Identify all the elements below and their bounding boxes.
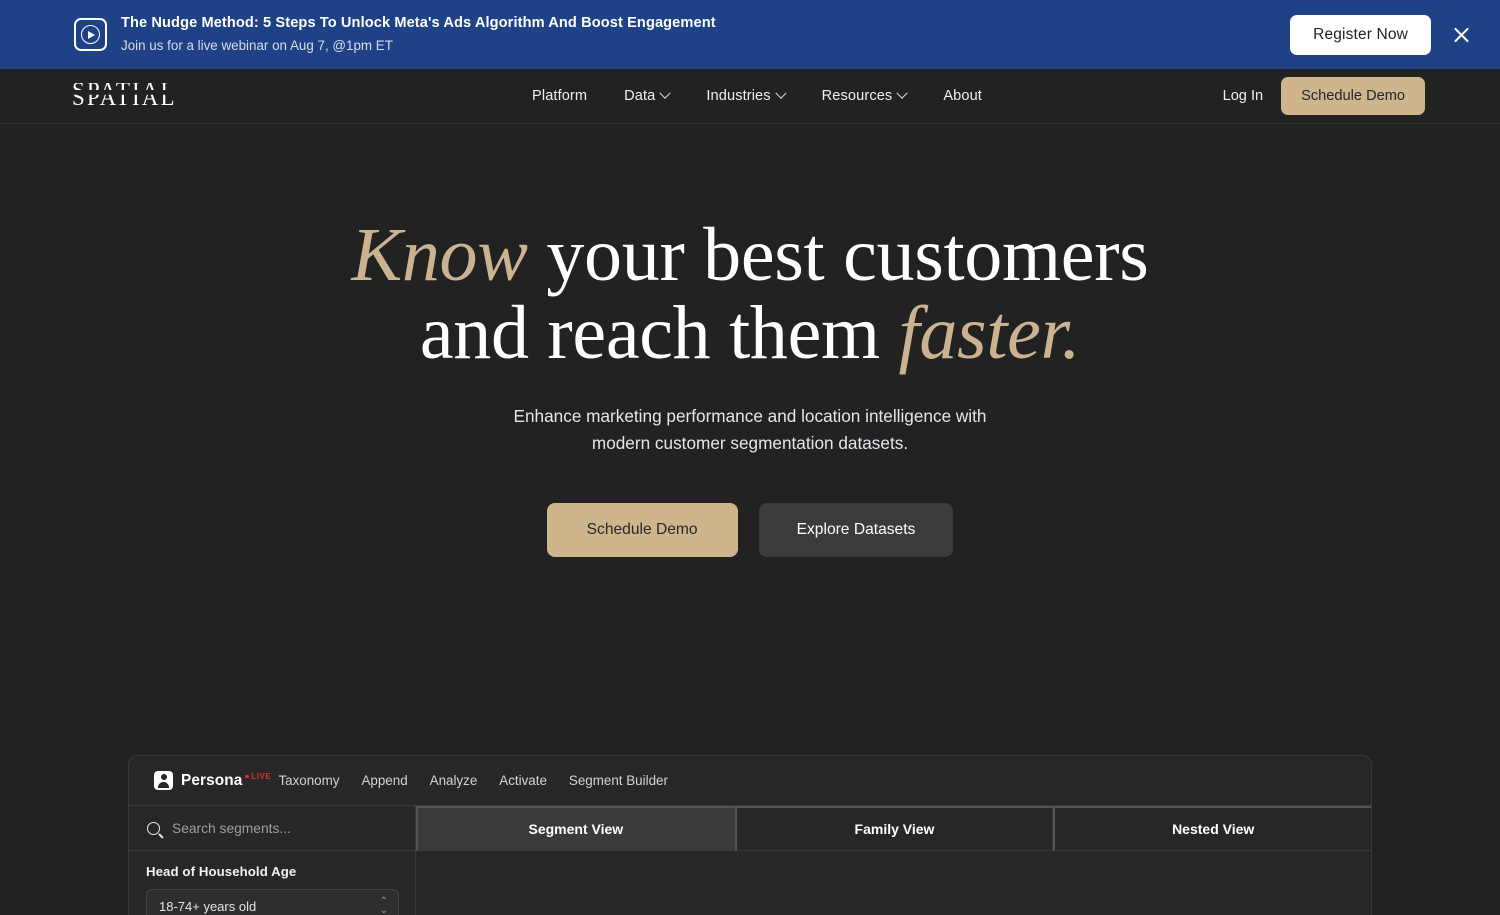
status-badge: LIVE [245, 772, 271, 781]
search-icon [147, 822, 160, 835]
brand-logo[interactable]: SPATIAL SPATIAL [72, 83, 190, 109]
app-preview-panel: Persona LIVE Taxonomy Append Analyze Act… [128, 755, 1372, 915]
register-now-button[interactable]: Register Now [1290, 15, 1431, 55]
search-input[interactable] [172, 821, 352, 836]
headline-text-1: your best customers [528, 213, 1149, 297]
age-range-select[interactable]: 18-74+ years old ⌃⌄ [146, 889, 399, 915]
app-toolbar: Persona LIVE Taxonomy Append Analyze Act… [129, 756, 1371, 806]
filter-label: Head of Household Age [146, 864, 398, 879]
nav-link-label: Resources [822, 88, 893, 104]
view-tabs-wrap: Segment View Family View Nested View [416, 806, 1371, 915]
headline-accent-word-2: faster. [899, 291, 1081, 375]
nav-link-label: About [943, 88, 982, 104]
hero-schedule-demo-button[interactable]: Schedule Demo [547, 503, 738, 557]
nav-link-label: Industries [706, 88, 770, 104]
nav-link-label: Data [624, 88, 655, 104]
tab-family-view[interactable]: Family View [735, 806, 1054, 851]
chevron-down-icon [775, 88, 786, 99]
view-tabs: Segment View Family View Nested View [416, 806, 1371, 861]
nav-link-resources[interactable]: Resources [822, 88, 907, 104]
segment-sidebar: Head of Household Age 18-74+ years old ⌃… [129, 806, 416, 915]
filter-group: Head of Household Age 18-74+ years old ⌃… [129, 851, 415, 915]
chevron-down-icon [897, 88, 908, 99]
persona-avatar-icon [154, 771, 173, 790]
app-nav-taxonomy[interactable]: Taxonomy [278, 773, 339, 788]
hero-section: Know your best customers and reach them … [0, 124, 1500, 557]
hero-subtext-line-2: modern customer segmentation datasets. [592, 433, 908, 453]
app-nav-activate[interactable]: Activate [499, 773, 547, 788]
chevron-down-icon [660, 88, 671, 99]
nav-right-actions: Log In Schedule Demo [1223, 77, 1425, 115]
nav-link-industries[interactable]: Industries [706, 88, 784, 104]
nav-links: Platform Data Industries Resources About [518, 88, 982, 104]
nav-link-platform[interactable]: Platform [532, 88, 587, 104]
hero-subtext-line-1: Enhance marketing performance and locati… [514, 406, 987, 426]
tab-content-area [416, 861, 1371, 915]
hero-subtext: Enhance marketing performance and locati… [0, 403, 1500, 458]
nav-link-about[interactable]: About [943, 88, 982, 104]
site-navigation: SPATIAL SPATIAL Platform Data Industries… [0, 69, 1500, 124]
segment-search-row [129, 806, 415, 851]
app-brand-name: Persona [181, 772, 242, 790]
headline-text-2: and reach them [420, 291, 899, 375]
close-icon[interactable] [1444, 18, 1478, 52]
nav-schedule-demo-button[interactable]: Schedule Demo [1281, 77, 1425, 115]
app-brand[interactable]: Persona LIVE [154, 771, 242, 790]
hero-explore-datasets-button[interactable]: Explore Datasets [759, 503, 954, 557]
app-nav-append[interactable]: Append [361, 773, 407, 788]
banner-text-group: The Nudge Method: 5 Steps To Unlock Meta… [121, 14, 716, 55]
app-nav-segment-builder[interactable]: Segment Builder [569, 773, 668, 788]
tab-segment-view[interactable]: Segment View [416, 806, 735, 851]
headline-accent-word-1: Know [351, 213, 527, 297]
app-nav-analyze[interactable]: Analyze [430, 773, 478, 788]
live-dot-icon [245, 775, 249, 779]
banner-title: The Nudge Method: 5 Steps To Unlock Meta… [121, 14, 716, 34]
age-range-value: 18-74+ years old [159, 899, 256, 914]
app-body: Head of Household Age 18-74+ years old ⌃… [129, 806, 1371, 915]
video-play-icon [74, 18, 107, 51]
page-title: Know your best customers and reach them … [0, 216, 1500, 373]
banner-subtitle: Join us for a live webinar on Aug 7, @1p… [121, 37, 716, 55]
login-link[interactable]: Log In [1223, 88, 1264, 104]
hero-cta-row: Schedule Demo Explore Datasets [0, 503, 1500, 557]
banner-actions: Register Now [1290, 0, 1478, 69]
nav-link-label: Platform [532, 88, 587, 104]
announcement-banner: The Nudge Method: 5 Steps To Unlock Meta… [0, 0, 1500, 69]
nav-link-data[interactable]: Data [624, 88, 669, 104]
live-badge-label: LIVE [251, 772, 271, 781]
tab-nested-view[interactable]: Nested View [1053, 806, 1371, 851]
